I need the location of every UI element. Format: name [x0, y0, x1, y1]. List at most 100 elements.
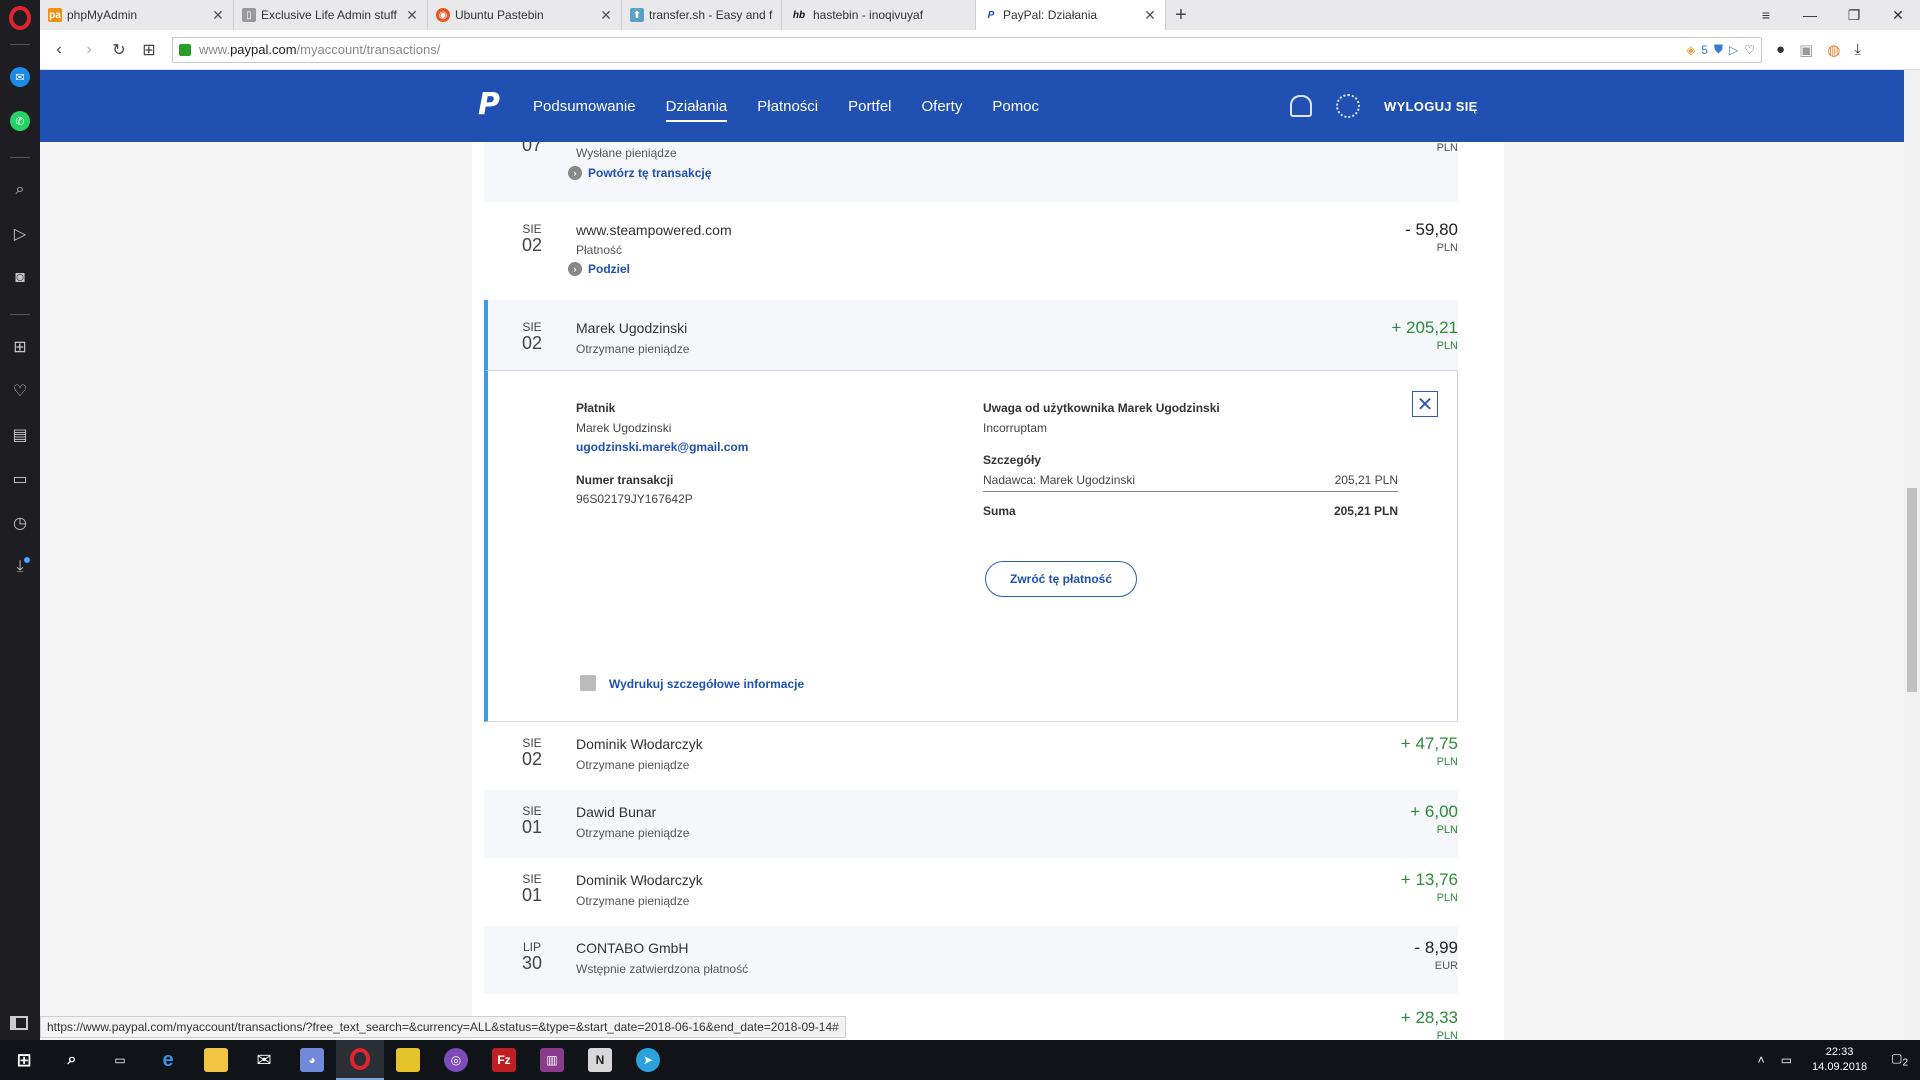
- split-link[interactable]: › Podziel: [568, 262, 630, 276]
- minimize-icon[interactable]: —: [1788, 0, 1832, 30]
- close-window-icon[interactable]: ✕: [1876, 0, 1920, 30]
- speed-dial-grid-icon[interactable]: ⊞: [134, 35, 164, 65]
- tabs-icon[interactable]: ▭: [0, 457, 40, 501]
- print-details-link[interactable]: Wydrukuj szczegółowe informacje: [609, 677, 804, 691]
- back-icon[interactable]: ‹: [44, 35, 74, 65]
- transaction-amount: + 205,21: [1391, 318, 1458, 337]
- vpn-badge[interactable]: 5: [1701, 43, 1708, 57]
- bell-icon[interactable]: [1290, 95, 1312, 117]
- tab-ubuntu-pastebin[interactable]: ◉ Ubuntu Pastebin ✕: [428, 0, 622, 30]
- tab-label: phpMyAdmin: [67, 8, 138, 22]
- send-icon[interactable]: ▷: [0, 212, 40, 256]
- opera-taskbar-icon[interactable]: [336, 1040, 384, 1080]
- cube-icon[interactable]: ◈: [1686, 43, 1695, 57]
- payer-email-link[interactable]: ugodzinski.marek@gmail.com: [576, 440, 748, 454]
- page-scrollbar[interactable]: [1904, 70, 1920, 1040]
- windows-start-icon[interactable]: ⊞: [0, 1040, 48, 1080]
- heart-icon[interactable]: ♡: [0, 369, 40, 413]
- tab-close-icon[interactable]: ✕: [211, 7, 225, 24]
- close-details-icon[interactable]: ✕: [1412, 391, 1438, 417]
- download-icon[interactable]: ⤓: [1854, 41, 1861, 59]
- camera-icon[interactable]: ◙: [0, 256, 40, 300]
- whatsapp-icon[interactable]: ✆: [0, 99, 40, 143]
- extension-icon[interactable]: ◍: [1827, 41, 1840, 59]
- opera-logo-icon[interactable]: [9, 6, 31, 30]
- history-icon[interactable]: ◷: [0, 501, 40, 545]
- notifications-icon[interactable]: ▢2: [1879, 1051, 1920, 1068]
- mail-icon[interactable]: ✉: [240, 1040, 288, 1080]
- nav-platnosci[interactable]: Płatności: [757, 70, 818, 142]
- nav-podsumowanie[interactable]: Podsumowanie: [533, 70, 636, 142]
- sidebar-toggle-icon[interactable]: [10, 1016, 28, 1030]
- edge-icon[interactable]: e: [144, 1040, 192, 1080]
- page-background: 07 Wysłane pieniądze › Powtórz tę transa…: [40, 142, 1904, 1040]
- extension-icon[interactable]: ▣: [1799, 41, 1813, 59]
- tab-close-icon[interactable]: ✕: [599, 7, 613, 24]
- refund-button[interactable]: Zwróć tę płatność: [985, 561, 1137, 597]
- transaction-row[interactable]: SIE 01 Dawid Bunar Otrzymane pieniądze +…: [484, 790, 1458, 858]
- tab-exclusive-admin[interactable]: ▯ Exclusive Life Admin stuff ✕: [234, 0, 428, 30]
- restore-icon[interactable]: ❐: [1832, 0, 1876, 30]
- nav-oferty[interactable]: Oferty: [922, 70, 963, 142]
- telegram-icon[interactable]: ➤: [624, 1040, 672, 1080]
- app-icon[interactable]: ◎: [432, 1040, 480, 1080]
- network-icon[interactable]: ▭: [1773, 1053, 1800, 1067]
- content-column: 07 Wysłane pieniądze › Powtórz tę transa…: [472, 142, 1504, 1040]
- scrollbar-thumb[interactable]: [1907, 488, 1917, 692]
- tab-menu-icon[interactable]: ≡: [1744, 0, 1788, 30]
- github-icon[interactable]: ●: [1776, 41, 1785, 59]
- date-month: SIE: [522, 872, 542, 886]
- tray-chevron-icon[interactable]: ˄: [1750, 1053, 1773, 1067]
- notepad-icon[interactable]: N: [576, 1040, 624, 1080]
- downloads-icon[interactable]: ⤓: [0, 545, 40, 589]
- winrar-icon[interactable]: ▥: [528, 1040, 576, 1080]
- gear-icon[interactable]: [1336, 94, 1360, 118]
- discord-icon[interactable]: ◕: [288, 1040, 336, 1080]
- date-day: 02: [521, 235, 543, 255]
- bookmark-heart-icon[interactable]: ♡: [1744, 43, 1755, 57]
- task-view-icon[interactable]: ▭: [96, 1040, 144, 1080]
- forward-icon[interactable]: ›: [74, 35, 104, 65]
- search-icon[interactable]: ⌕: [48, 1040, 96, 1080]
- tab-transfer-sh[interactable]: ⬆ transfer.sh - Easy and fast: [622, 0, 782, 30]
- new-tab-button[interactable]: +: [1166, 0, 1196, 30]
- transaction-list: 07 Wysłane pieniądze › Powtórz tę transa…: [484, 142, 1458, 1040]
- nav-dzialania[interactable]: Działania: [665, 70, 727, 142]
- tab-hastebin[interactable]: hb hastebin - inoqivuyaf: [782, 0, 976, 30]
- transaction-amount: + 13,76: [1400, 870, 1458, 889]
- main-nav: Podsumowanie Działania Płatności Portfel…: [533, 70, 1039, 142]
- puzzle-app-icon[interactable]: [384, 1040, 432, 1080]
- transaction-row-selected[interactable]: SIE 02 Marek Ugodzinski Otrzymane pienią…: [484, 300, 1458, 370]
- search-icon[interactable]: ⌕: [0, 168, 40, 212]
- url-field[interactable]: www. paypal.com/myaccount/transactions/ ◈…: [172, 36, 1762, 63]
- transaction-row[interactable]: SIE 01 Dominik Włodarczyk Otrzymane pien…: [484, 858, 1458, 926]
- transaction-amount: - 59,80: [1405, 220, 1458, 239]
- news-icon[interactable]: ▤: [0, 413, 40, 457]
- transaction-name: www.steampowered.com: [576, 222, 732, 238]
- tab-close-icon[interactable]: ✕: [1143, 7, 1157, 24]
- messenger-icon[interactable]: ✉: [0, 55, 40, 99]
- transaction-row[interactable]: 07 Wysłane pieniądze › Powtórz tę transa…: [484, 142, 1458, 202]
- reload-icon[interactable]: ↻: [104, 35, 134, 65]
- tab-favicon-icon: pa: [48, 8, 62, 22]
- nav-pomoc[interactable]: Pomoc: [992, 70, 1039, 142]
- file-explorer-icon[interactable]: [192, 1040, 240, 1080]
- transaction-row[interactable]: SIE 02 Dominik Włodarczyk Otrzymane pien…: [484, 722, 1458, 790]
- shield-icon[interactable]: ⛊: [1714, 42, 1723, 57]
- nav-portfel[interactable]: Portfel: [848, 70, 891, 142]
- filezilla-icon[interactable]: Fz: [480, 1040, 528, 1080]
- date-month: SIE: [522, 222, 542, 236]
- transaction-row[interactable]: SIE 02 www.steampowered.com Płatność › P…: [484, 202, 1458, 300]
- paypal-logo-icon[interactable]: P: [478, 90, 502, 120]
- payer-name: Marek Ugodzinski: [576, 421, 672, 435]
- send-page-icon[interactable]: ▷: [1729, 43, 1738, 57]
- tab-phpmyadmin[interactable]: pa phpMyAdmin ✕: [40, 0, 234, 30]
- transaction-desc: Otrzymane pieniądze: [576, 894, 690, 908]
- transaction-row[interactable]: LIP 30 CONTABO GmbH Wstępnie zatwierdzon…: [484, 926, 1458, 994]
- tab-paypal[interactable]: P PayPal: Działania ✕: [976, 0, 1166, 30]
- logout-link[interactable]: WYLOGUJ SIĘ: [1384, 99, 1478, 114]
- speed-dial-icon[interactable]: ⊞: [0, 325, 40, 369]
- tab-close-icon[interactable]: ✕: [405, 7, 419, 24]
- clock[interactable]: 22:33 14.09.2018: [1800, 1045, 1879, 1075]
- repeat-transaction-link[interactable]: › Powtórz tę transakcję: [568, 166, 711, 180]
